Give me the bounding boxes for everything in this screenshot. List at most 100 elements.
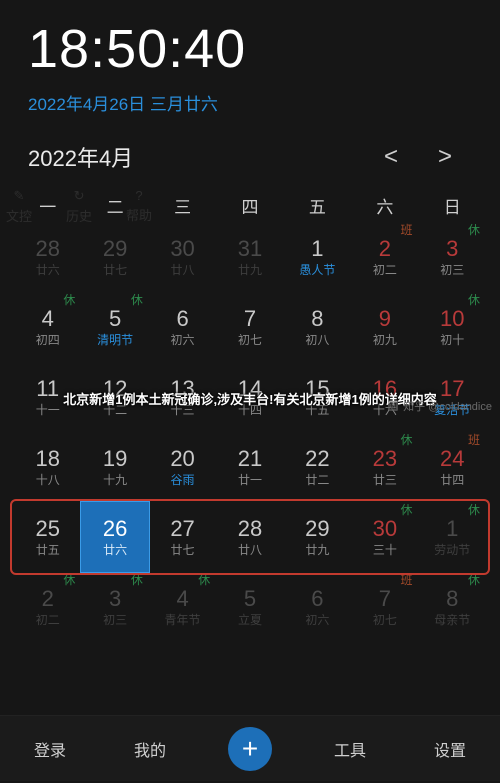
calendar-day-cell[interactable]: 30三十休 [351,502,418,572]
day-subtitle: 愚人节 [299,264,335,278]
calendar-day-cell[interactable]: 3初三休 [419,222,486,292]
calendar-day-cell[interactable]: 4初四休 [14,292,81,362]
current-date-line[interactable]: 2022年4月26日 三月廿六 [0,84,500,131]
calendar-day-cell[interactable]: 23廿三休 [351,432,418,502]
calendar-day-cell[interactable]: 7 初七 [216,292,283,362]
calendar-day-cell[interactable]: 7初七班 [351,572,418,642]
calendar-day-cell[interactable]: 11十一 [14,362,81,432]
rest-badge: 休 [468,294,480,308]
calendar-day-cell[interactable]: 4青年节休 [149,572,216,642]
calendar-day-cell[interactable]: 20谷雨 [149,432,216,502]
day-number: 19 [103,446,127,471]
day-number: 7 [379,586,391,611]
weekday-tue: 二 [81,187,148,222]
day-subtitle: 初七 [373,614,397,628]
day-number: 3 [109,586,121,611]
add-fab[interactable]: + [200,727,300,771]
day-subtitle: 廿四 [440,474,464,488]
day-number: 31 [238,236,262,261]
calendar-day-cell[interactable]: 8初八 [284,292,351,362]
day-subtitle: 廿八 [238,544,262,558]
bottom-nav-bar: 登录 我的 + 工具 设置 [0,715,500,781]
day-subtitle: 初十 [440,334,464,348]
calendar-day-cell[interactable]: 30廿八 [149,222,216,292]
calendar-day-cell[interactable]: 18十八 [14,432,81,502]
rest-badge: 休 [131,294,143,308]
day-number: 11 [36,376,59,401]
prev-month-button[interactable]: < [364,143,418,171]
month-navigation-bar: 2022年4月 < > [0,131,500,185]
calendar-day-cell[interactable]: 25廿五 [14,502,81,572]
day-number: 9 [379,306,391,331]
calendar-day-cell[interactable]: 28 廿六 [14,222,81,292]
day-subtitle: 十五 [305,404,329,418]
day-subtitle: 青年节 [165,614,201,628]
day-number: 20 [170,446,194,471]
day-number: 7 [244,306,256,331]
day-subtitle: 廿六 [36,264,60,278]
calendar-day-cell[interactable]: 2初二班 [351,222,418,292]
rest-badge: 休 [63,574,75,588]
calendar-day-cell[interactable]: 5清明节休 [81,292,148,362]
day-number: 4 [176,586,188,611]
calendar-day-cell[interactable]: 10 初十 休 [419,292,486,362]
day-number: 23 [373,446,397,471]
calendar-day-cell[interactable]: 24廿四班 [419,432,486,502]
login-button[interactable]: 登录 [0,737,100,761]
calendar-day-cell[interactable]: 29廿九 [284,502,351,572]
day-number: 2 [379,236,391,261]
day-subtitle: 初八 [305,334,329,348]
weekday-mon: 一 [14,187,81,222]
calendar-day-cell[interactable]: 27廿七 [149,502,216,572]
calendar-day-cell[interactable]: 29廿七 [81,222,148,292]
calendar-day-cell[interactable]: 5立夏 [216,572,283,642]
calendar-day-cell[interactable]: 13十三 [149,362,216,432]
next-month-button[interactable]: > [418,143,472,171]
calendar-day-cell[interactable]: 8母亲节休 [419,572,486,642]
plus-icon: + [228,727,272,771]
tools-button[interactable]: 工具 [300,737,400,761]
settings-button[interactable]: 设置 [400,737,500,761]
calendar-day-cell[interactable]: 15十五 [284,362,351,432]
calendar-day-cell[interactable]: 2 初二 休 [14,572,81,642]
calendar-day-cell[interactable]: 26廿六 [81,502,148,572]
work-badge: 班 [468,434,480,448]
mine-button[interactable]: 我的 [100,737,200,761]
day-number: 2 [42,586,54,611]
day-subtitle: 初二 [36,614,60,628]
month-label[interactable]: 2022年4月 [28,141,364,173]
calendar-day-cell[interactable]: 1劳动节休 [419,502,486,572]
day-number: 28 [35,236,59,261]
calendar-day-cell[interactable]: 6初六 [149,292,216,362]
day-number: 3 [446,236,458,261]
calendar-day-cell[interactable]: 19十九 [81,432,148,502]
day-subtitle: 十二 [103,404,127,418]
day-number: 28 [238,516,262,541]
calendar-day-cell[interactable]: 17复活节 [419,362,486,432]
calendar-day-cell[interactable]: 9初九 [351,292,418,362]
day-subtitle: 初二 [373,264,397,278]
day-subtitle: 廿三 [373,474,397,488]
day-number: 12 [103,376,127,401]
day-number: 14 [238,376,262,401]
calendar-day-cell[interactable]: 14 十四 [216,362,283,432]
calendar-day-cell[interactable]: 3初三休 [81,572,148,642]
day-number: 10 [440,306,464,331]
day-number: 29 [103,236,127,261]
day-number: 13 [170,376,194,401]
calendar-day-cell[interactable]: 28 廿八 [216,502,283,572]
day-subtitle: 十四 [238,404,262,418]
calendar-day-cell[interactable]: 22廿二 [284,432,351,502]
rest-badge: 休 [468,504,480,518]
calendar-day-cell[interactable]: 12 十二 [81,362,148,432]
day-subtitle: 初六 [171,334,195,348]
calendar-day-cell[interactable]: 6初六 [284,572,351,642]
calendar-day-cell[interactable]: 1 愚人节 [284,222,351,292]
day-number: 1 [311,236,323,261]
day-subtitle: 初七 [238,334,262,348]
calendar-day-cell[interactable]: 16十六 [351,362,418,432]
day-subtitle: 三十 [373,544,397,558]
day-subtitle: 廿二 [305,474,329,488]
calendar-day-cell[interactable]: 31廿九 [216,222,283,292]
calendar-day-cell[interactable]: 21廿一 [216,432,283,502]
